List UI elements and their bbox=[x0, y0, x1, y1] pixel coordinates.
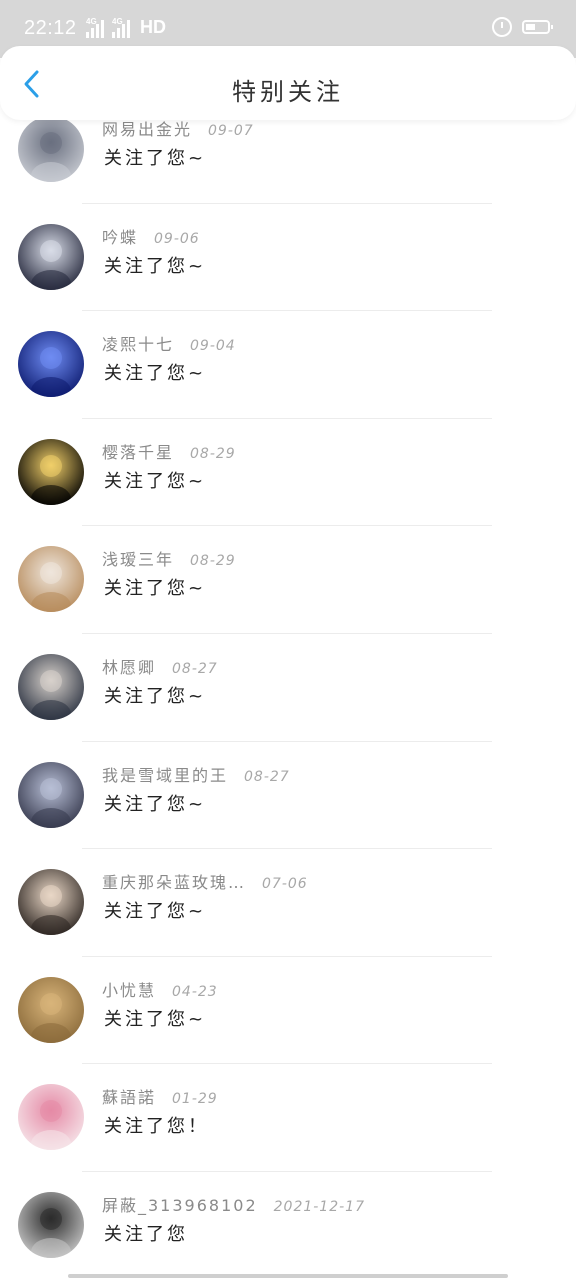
list-item[interactable]: 重庆那朵蓝玫瑰… 07-06 关注了您~ bbox=[0, 849, 576, 957]
notification-date: 01-29 bbox=[172, 1091, 218, 1108]
notification-date: 09-04 bbox=[190, 338, 236, 355]
avatar[interactable] bbox=[18, 761, 84, 828]
user-name[interactable]: 网易出金光 bbox=[102, 120, 192, 140]
avatar[interactable] bbox=[18, 438, 84, 505]
notification-date: 08-29 bbox=[190, 553, 236, 570]
status-time: 22:12 bbox=[24, 17, 77, 39]
user-meta: 我是雪域里的王 08-27 bbox=[102, 762, 290, 786]
notification-date: 2021-12-17 bbox=[273, 1198, 365, 1215]
list-item[interactable]: 屏蔽_313968102 2021-12-17 关注了您 bbox=[0, 1172, 576, 1270]
user-meta: 屏蔽_313968102 2021-12-17 bbox=[102, 1192, 365, 1216]
avatar[interactable] bbox=[18, 546, 84, 613]
avatar[interactable] bbox=[18, 653, 84, 720]
notification-date: 09-07 bbox=[208, 123, 254, 139]
avatar[interactable] bbox=[18, 1191, 84, 1258]
list-item[interactable]: 浅瑷三年 08-29 关注了您~ bbox=[0, 526, 576, 634]
avatar[interactable] bbox=[18, 869, 84, 936]
battery-icon bbox=[522, 20, 553, 34]
user-meta: 浅瑷三年 08-29 bbox=[102, 546, 236, 570]
notification-message: 关注了您~ bbox=[104, 148, 207, 169]
notification-message: 关注了您~ bbox=[104, 470, 207, 492]
avatar[interactable] bbox=[18, 1084, 84, 1151]
user-meta: 蘇語諾 01-29 bbox=[102, 1084, 218, 1108]
list-item[interactable]: 蘇語諾 01-29 关注了您！ bbox=[0, 1064, 576, 1172]
network-indicators: 4G 4G HD bbox=[86, 17, 166, 38]
notification-message: 关注了您~ bbox=[104, 685, 207, 707]
avatar[interactable] bbox=[18, 331, 84, 398]
user-meta: 网易出金光 09-07 bbox=[102, 120, 254, 140]
page-title: 特别关注 bbox=[232, 78, 344, 106]
notification-date: 07-06 bbox=[262, 876, 308, 893]
notification-date: 04-23 bbox=[172, 983, 218, 1000]
user-meta: 重庆那朵蓝玫瑰… 07-06 bbox=[102, 869, 308, 893]
app-header: 特别关注 bbox=[0, 46, 576, 120]
user-name[interactable]: 屏蔽_313968102 bbox=[102, 1192, 258, 1216]
notification-message: 关注了您~ bbox=[104, 363, 207, 385]
avatar[interactable] bbox=[18, 120, 84, 182]
signal-icon: 4G bbox=[86, 17, 104, 38]
notification-message: 关注了您~ bbox=[104, 578, 207, 600]
notification-message: 关注了您~ bbox=[104, 1008, 207, 1030]
user-name[interactable]: 我是雪域里的王 bbox=[102, 762, 228, 786]
list-item[interactable]: 小忧慧 04-23 关注了您~ bbox=[0, 957, 576, 1065]
user-name[interactable]: 林愿卿 bbox=[102, 654, 156, 678]
user-meta: 小忧慧 04-23 bbox=[102, 977, 218, 1001]
list-item[interactable]: 网易出金光 09-07 关注了您~ bbox=[0, 120, 576, 204]
list-item[interactable]: 凌熙十七 09-04 关注了您~ bbox=[0, 311, 576, 419]
notification-message: 关注了您~ bbox=[104, 901, 207, 923]
user-name[interactable]: 凌熙十七 bbox=[102, 331, 174, 355]
list-item[interactable]: 林愿卿 08-27 关注了您~ bbox=[0, 634, 576, 742]
notification-date: 08-27 bbox=[172, 660, 218, 677]
list-item[interactable]: 樱落千星 08-29 关注了您~ bbox=[0, 419, 576, 527]
user-name[interactable]: 重庆那朵蓝玫瑰… bbox=[102, 869, 246, 893]
user-meta: 吟蝶 09-06 bbox=[102, 224, 200, 248]
hd-label: HD bbox=[140, 17, 166, 37]
notification-list[interactable]: 网易出金光 09-07 关注了您~ 吟蝶 09-06 关注了您~ 凌熙十七 09-04 关注了您… bbox=[0, 120, 576, 1270]
alarm-icon bbox=[492, 17, 512, 37]
user-name[interactable]: 吟蝶 bbox=[102, 224, 138, 248]
signal-icon: 4G bbox=[112, 17, 130, 38]
user-name[interactable]: 樱落千星 bbox=[102, 439, 174, 463]
notification-message: 关注了您~ bbox=[104, 255, 207, 277]
notification-date: 08-29 bbox=[190, 445, 236, 462]
user-name[interactable]: 蘇語諾 bbox=[102, 1084, 156, 1108]
list-item[interactable]: 我是雪域里的王 08-27 关注了您~ bbox=[0, 742, 576, 850]
notification-message: 关注了您 bbox=[104, 1223, 188, 1245]
user-meta: 林愿卿 08-27 bbox=[102, 654, 218, 678]
avatar[interactable] bbox=[18, 223, 84, 290]
notification-message: 关注了您~ bbox=[104, 793, 207, 815]
notification-date: 09-06 bbox=[154, 230, 200, 247]
user-meta: 凌熙十七 09-04 bbox=[102, 331, 236, 355]
notification-message: 关注了您！ bbox=[104, 1116, 209, 1138]
notification-date: 08-27 bbox=[244, 768, 290, 785]
home-indicator bbox=[68, 1274, 508, 1278]
user-name[interactable]: 小忧慧 bbox=[102, 977, 156, 1001]
user-meta: 樱落千星 08-29 bbox=[102, 439, 236, 463]
user-name[interactable]: 浅瑷三年 bbox=[102, 546, 174, 570]
avatar[interactable] bbox=[18, 976, 84, 1043]
list-item[interactable]: 吟蝶 09-06 关注了您~ bbox=[0, 204, 576, 312]
